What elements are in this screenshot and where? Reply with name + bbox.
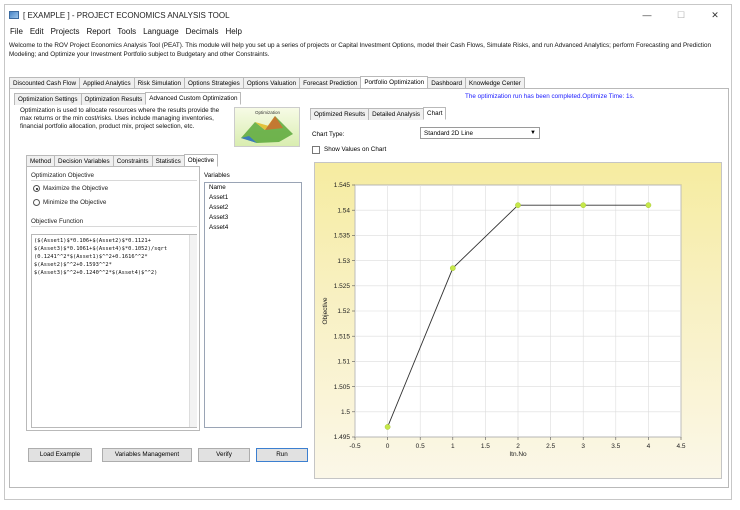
minimize-label[interactable]: Minimize the Objective (43, 199, 106, 206)
line-chart: -0.5 0 0.5 1 1.5 2 2.5 3 3.5 4 4.51.4951.51.5051.5… (322, 182, 686, 458)
y-tick-label: 1.535 (334, 233, 351, 240)
menu-projects[interactable]: Projects (51, 25, 80, 39)
x-tick-label: -0.5 (349, 443, 361, 450)
y-tick-label: 1.5 (341, 409, 350, 416)
x-tick-label: 3 (581, 443, 585, 450)
maximize-radio[interactable] (33, 185, 40, 192)
x-tick-label: 2.5 (546, 443, 555, 450)
section-divider (31, 180, 197, 181)
chart-type-value: Standard 2D Line (424, 130, 474, 137)
minimize-icon[interactable]: — (633, 8, 661, 22)
close-icon[interactable]: ✕ (701, 8, 729, 22)
list-item[interactable]: Asset2 (205, 203, 301, 213)
variables-header: Name (209, 184, 226, 191)
menu-file[interactable]: File (10, 25, 23, 39)
data-point (645, 202, 652, 209)
x-tick-label: 1 (451, 443, 455, 450)
tab-optimized-results[interactable]: Optimized Results (310, 108, 370, 120)
list-item[interactable]: Asset1 (205, 193, 301, 203)
variables-list[interactable]: Name Asset1 Asset2 Asset3 Asset4 (204, 182, 302, 428)
optimization-objective-label: Optimization Objective (31, 172, 94, 179)
data-point (384, 424, 391, 430)
app-icon (9, 11, 19, 19)
menu-report[interactable]: Report (86, 25, 110, 39)
thumbnail-label: Optimization (255, 110, 281, 115)
maximize-icon[interactable]: ☐ (667, 8, 695, 22)
tab-advanced-custom-optimization[interactable]: Advanced Custom Optimization (145, 92, 242, 105)
portfolio-optimization-panel: Optimization Settings Optimization Result… (9, 88, 729, 488)
sub-tabs: Optimization Settings Optimization Result… (14, 92, 242, 105)
y-axis-label: Objective (322, 297, 329, 324)
title-bar: [ EXAMPLE ] - PROJECT ECONOMICS ANALYSIS… (5, 5, 731, 25)
load-example-button[interactable]: Load Example (28, 448, 92, 462)
show-values-checkbox[interactable] (312, 146, 320, 154)
chart-type-select[interactable]: Standard 2D Line ▼ (420, 127, 540, 139)
x-tick-label: 2 (516, 443, 520, 450)
main-tabs: Discounted Cash Flow Applied Analytics Ris… (9, 76, 525, 89)
maximize-label[interactable]: Maximize the Objective (43, 185, 108, 192)
chart-type-label: Chart Type: (312, 131, 345, 138)
y-tick-label: 1.545 (334, 182, 351, 189)
menu-tools[interactable]: Tools (117, 25, 136, 39)
optimization-description: Optimization is used to allocate resourc… (20, 107, 220, 130)
y-tick-label: 1.52 (337, 308, 350, 315)
x-axis-label: Itn.No (509, 451, 527, 458)
menu-help[interactable]: Help (225, 25, 241, 39)
variables-label: Variables (204, 172, 230, 179)
y-tick-label: 1.515 (334, 333, 351, 340)
app-window: [ EXAMPLE ] - PROJECT ECONOMICS ANALYSIS… (4, 4, 732, 500)
list-item[interactable]: Asset4 (205, 223, 301, 233)
custom-optimization-pane: Optimization is used to allocate resourc… (14, 105, 308, 485)
show-values-label[interactable]: Show Values on Chart (324, 146, 386, 153)
x-tick-label: 0 (386, 443, 390, 450)
menu-language[interactable]: Language (143, 25, 179, 39)
objective-function-input[interactable]: ($(Asset1)$*0.106+$(Asset2)$*0.1121+ $(A… (31, 234, 197, 428)
x-tick-label: 0.5 (416, 443, 425, 450)
run-button[interactable]: Run (256, 448, 308, 462)
x-tick-label: 3.5 (611, 443, 620, 450)
tab-optimization-settings[interactable]: Optimization Settings (14, 93, 82, 105)
welcome-text: Welcome to the ROV Project Economics Ana… (9, 42, 711, 58)
data-point (449, 265, 456, 272)
chart-area: -0.5 0 0.5 1 1.5 2 2.5 3 3.5 4 4.5 1.495 1.5 1.505 1.5… (314, 162, 722, 479)
x-tick-label: 4.5 (676, 443, 685, 450)
window-title: [ EXAMPLE ] - PROJECT ECONOMICS ANALYSIS… (23, 11, 230, 20)
y-tick-label: 1.495 (334, 434, 351, 441)
minimize-radio[interactable] (33, 199, 40, 206)
section-divider (31, 226, 197, 227)
variables-management-button[interactable]: Variables Management (102, 448, 192, 462)
verify-button[interactable]: Verify (198, 448, 250, 462)
y-tick-label: 1.51 (337, 359, 350, 366)
objective-panel: Optimization Objective Maximize the Obje… (26, 166, 200, 431)
tab-chart[interactable]: Chart (423, 107, 447, 120)
tab-optimization-results[interactable]: Optimization Results (80, 93, 147, 105)
status-message: The optimization run has been completed.… (465, 93, 635, 100)
menu-bar: File Edit Projects Report Tools Language… (5, 25, 731, 39)
y-tick-label: 1.525 (334, 283, 351, 290)
x-tick-label: 1.5 (481, 443, 490, 450)
y-tick-label: 1.53 (337, 258, 350, 265)
list-item[interactable]: Asset3 (205, 213, 301, 223)
tab-detailed-analysis[interactable]: Detailed Analysis (368, 108, 425, 120)
optimization-thumbnail: Optimization (234, 107, 300, 147)
data-point (515, 202, 521, 209)
menu-edit[interactable]: Edit (30, 25, 44, 39)
menu-decimals[interactable]: Decimals (186, 25, 219, 39)
data-point (580, 202, 587, 209)
y-tick-label: 1.505 (334, 384, 351, 391)
chevron-down-icon: ▼ (530, 130, 536, 136)
x-tick-label: 4 (647, 443, 651, 450)
objective-function-scrollbar[interactable] (189, 235, 197, 427)
objective-function-label: Objective Function (31, 218, 84, 225)
y-tick-label: 1.54 (337, 207, 350, 214)
results-pane: Optimized Results Detailed Analysis Chart … (310, 105, 726, 485)
result-tabs: Optimized Results Detailed Analysis Chart (310, 107, 447, 120)
